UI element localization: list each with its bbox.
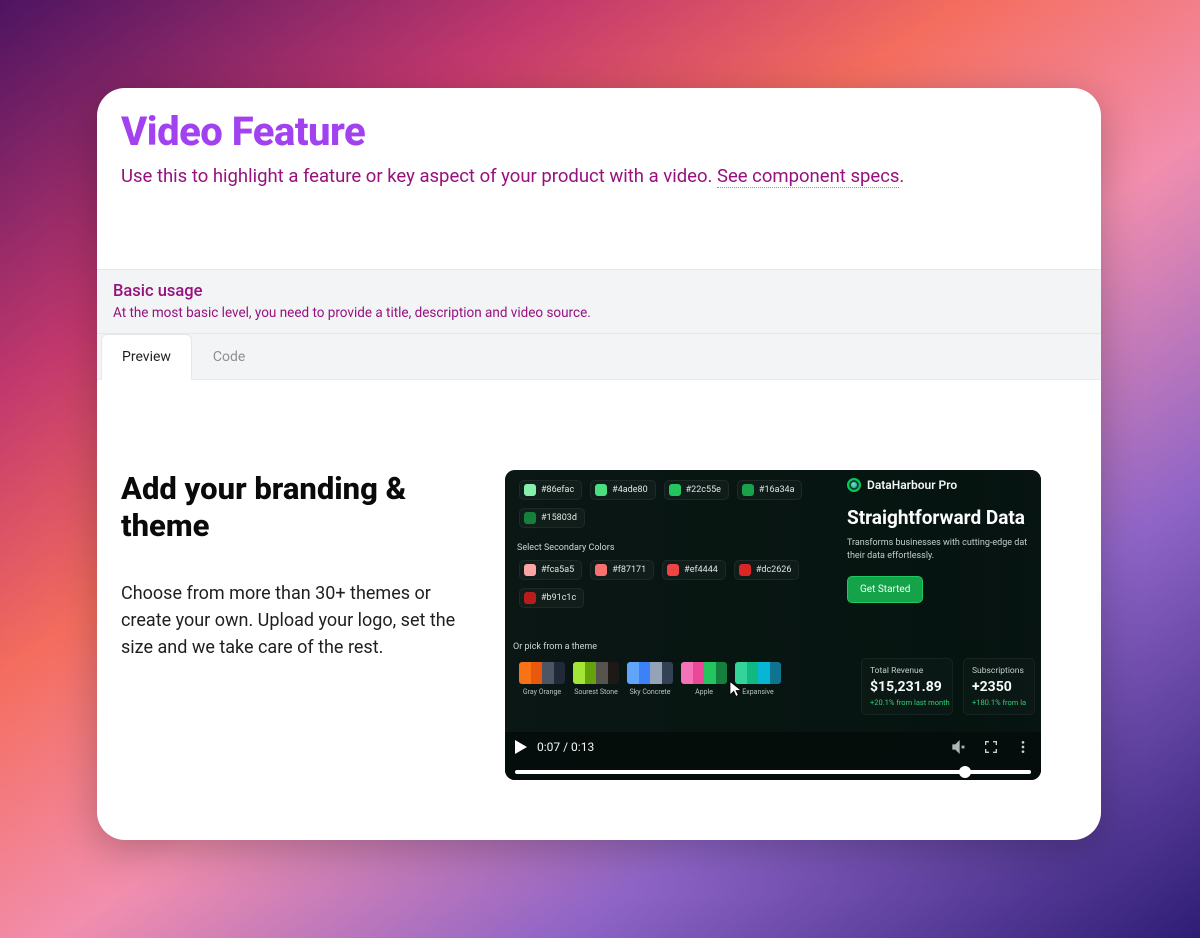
page-background: Video Feature Use this to highlight a fe… bbox=[0, 0, 1200, 938]
primary-color-chips: #86efac #4ade80 #22c55e #16a34a bbox=[519, 480, 802, 500]
video-current-time: 0:07 bbox=[537, 740, 560, 754]
color-chip: #b91c1c bbox=[519, 588, 584, 608]
video-player[interactable]: #86efac #4ade80 #22c55e #16a34a #15803d … bbox=[505, 470, 1041, 780]
feature-heading: Add your branding & theme bbox=[121, 470, 481, 544]
page-title: Video Feature bbox=[121, 108, 1077, 155]
page-subtitle: Use this to highlight a feature or key a… bbox=[121, 165, 1077, 187]
theme-name: Apple bbox=[681, 688, 727, 696]
preview-hero-heading: Straightforward Data bbox=[847, 506, 1041, 529]
swatch-icon bbox=[595, 564, 607, 576]
chip-label: #22c55e bbox=[686, 485, 721, 495]
chip-label: #4ade80 bbox=[612, 485, 647, 495]
theme-thumb: Sky Concrete bbox=[627, 662, 673, 696]
secondary-colors-label: Select Secondary Colors bbox=[517, 543, 615, 553]
theme-name: Sourest Stone bbox=[573, 688, 619, 696]
stat-card: Subscriptions +2350 +180.1% from la bbox=[963, 658, 1035, 715]
theme-thumb: Apple bbox=[681, 662, 727, 696]
example-content: Add your branding & theme Choose from mo… bbox=[97, 380, 1101, 780]
preview-stats: Total Revenue $15,231.89 +20.1% from las… bbox=[861, 658, 1035, 715]
color-chip: #dc2626 bbox=[734, 560, 800, 580]
preview-hero-sub-line2: their data effortlessly. bbox=[847, 551, 934, 561]
color-chip: #fca5a5 bbox=[519, 560, 582, 580]
chip-label: #f87171 bbox=[612, 565, 646, 575]
color-chip: #ef4444 bbox=[662, 560, 726, 580]
example-section-header: Basic usage At the most basic level, you… bbox=[97, 269, 1101, 334]
swatch-icon bbox=[669, 484, 681, 496]
stat-value: $15,231.89 bbox=[870, 679, 944, 695]
theme-picker-label: Or pick from a theme bbox=[513, 642, 597, 652]
preview-cta-button: Get Started bbox=[847, 576, 923, 603]
stat-delta: +180.1% from la bbox=[972, 698, 1026, 707]
color-chip: #15803d bbox=[519, 508, 585, 528]
play-icon[interactable] bbox=[515, 740, 527, 754]
progress-knob-icon[interactable] bbox=[959, 766, 971, 778]
example-section-desc: At the most basic level, you need to pro… bbox=[113, 305, 1085, 321]
swatch-icon bbox=[667, 564, 679, 576]
doc-card: Video Feature Use this to highlight a fe… bbox=[97, 88, 1101, 840]
brand-logo-icon bbox=[847, 478, 861, 492]
chip-label: #86efac bbox=[541, 485, 574, 495]
secondary-color-chips-2: #b91c1c bbox=[519, 588, 584, 608]
chip-label: #fca5a5 bbox=[541, 565, 574, 575]
theme-name: Gray Orange bbox=[519, 688, 565, 696]
primary-color-chips-2: #15803d bbox=[519, 508, 585, 528]
tab-preview[interactable]: Preview bbox=[101, 334, 192, 380]
color-chip: #4ade80 bbox=[590, 480, 655, 500]
video-duration: 0:13 bbox=[571, 740, 594, 754]
chip-label: #ef4444 bbox=[684, 565, 718, 575]
stat-title: Total Revenue bbox=[870, 666, 944, 676]
chip-label: #dc2626 bbox=[756, 565, 792, 575]
chip-label: #16a34a bbox=[759, 485, 795, 495]
stat-title: Subscriptions bbox=[972, 666, 1026, 676]
video-progress-bar[interactable] bbox=[515, 770, 1031, 774]
brand-name: DataHarbour Pro bbox=[867, 478, 957, 492]
color-chip: #16a34a bbox=[737, 480, 803, 500]
video-time: 0:07 / 0:13 bbox=[537, 740, 594, 754]
tab-code-label: Code bbox=[213, 349, 245, 365]
swatch-icon bbox=[524, 592, 536, 604]
theme-name: Sky Concrete bbox=[627, 688, 673, 696]
preview-app-pane: DataHarbour Pro Straightforward Data Tra… bbox=[841, 470, 1041, 732]
volume-muted-icon[interactable] bbox=[951, 739, 967, 755]
tab-preview-label: Preview bbox=[122, 349, 171, 365]
swatch-icon bbox=[742, 484, 754, 496]
swatch-icon bbox=[524, 564, 536, 576]
feature-body: Choose from more than 30+ themes or crea… bbox=[121, 580, 481, 661]
specs-link[interactable]: See component specs bbox=[717, 165, 899, 188]
fullscreen-icon[interactable] bbox=[983, 739, 999, 755]
theme-thumb: Gray Orange bbox=[519, 662, 565, 696]
feature-text-column: Add your branding & theme Choose from mo… bbox=[121, 470, 481, 780]
swatch-icon bbox=[524, 512, 536, 524]
more-icon[interactable] bbox=[1015, 739, 1031, 755]
preview-hero-sub-line1: Transforms businesses with cutting-edge … bbox=[847, 538, 1027, 548]
controls-left: 0:07 / 0:13 bbox=[515, 740, 594, 754]
theme-thumb: Sourest Stone bbox=[573, 662, 619, 696]
preview-hero-sub: Transforms businesses with cutting-edge … bbox=[847, 537, 1041, 562]
tabs: Preview Code bbox=[97, 334, 1101, 380]
stat-value: +2350 bbox=[972, 679, 1026, 695]
subtitle-text: Use this to highlight a feature or key a… bbox=[121, 165, 717, 187]
chip-label: #15803d bbox=[541, 513, 577, 523]
stat-delta: +20.1% from last month bbox=[870, 698, 944, 707]
video-controls: 0:07 / 0:13 bbox=[505, 732, 1041, 780]
cursor-icon bbox=[727, 678, 745, 700]
swatch-icon bbox=[595, 484, 607, 496]
chip-label: #b91c1c bbox=[541, 593, 576, 603]
swatch-icon bbox=[739, 564, 751, 576]
color-chip: #22c55e bbox=[664, 480, 729, 500]
subtitle-suffix: . bbox=[899, 165, 904, 187]
swatch-icon bbox=[524, 484, 536, 496]
controls-right bbox=[951, 739, 1031, 755]
color-chip: #86efac bbox=[519, 480, 582, 500]
example-section-title: Basic usage bbox=[113, 282, 1085, 301]
secondary-color-chips: #fca5a5 #f87171 #ef4444 #dc2626 bbox=[519, 560, 799, 580]
stat-card: Total Revenue $15,231.89 +20.1% from las… bbox=[861, 658, 953, 715]
color-chip: #f87171 bbox=[590, 560, 654, 580]
preview-brand: DataHarbour Pro bbox=[847, 478, 1041, 492]
tab-code[interactable]: Code bbox=[192, 334, 266, 379]
